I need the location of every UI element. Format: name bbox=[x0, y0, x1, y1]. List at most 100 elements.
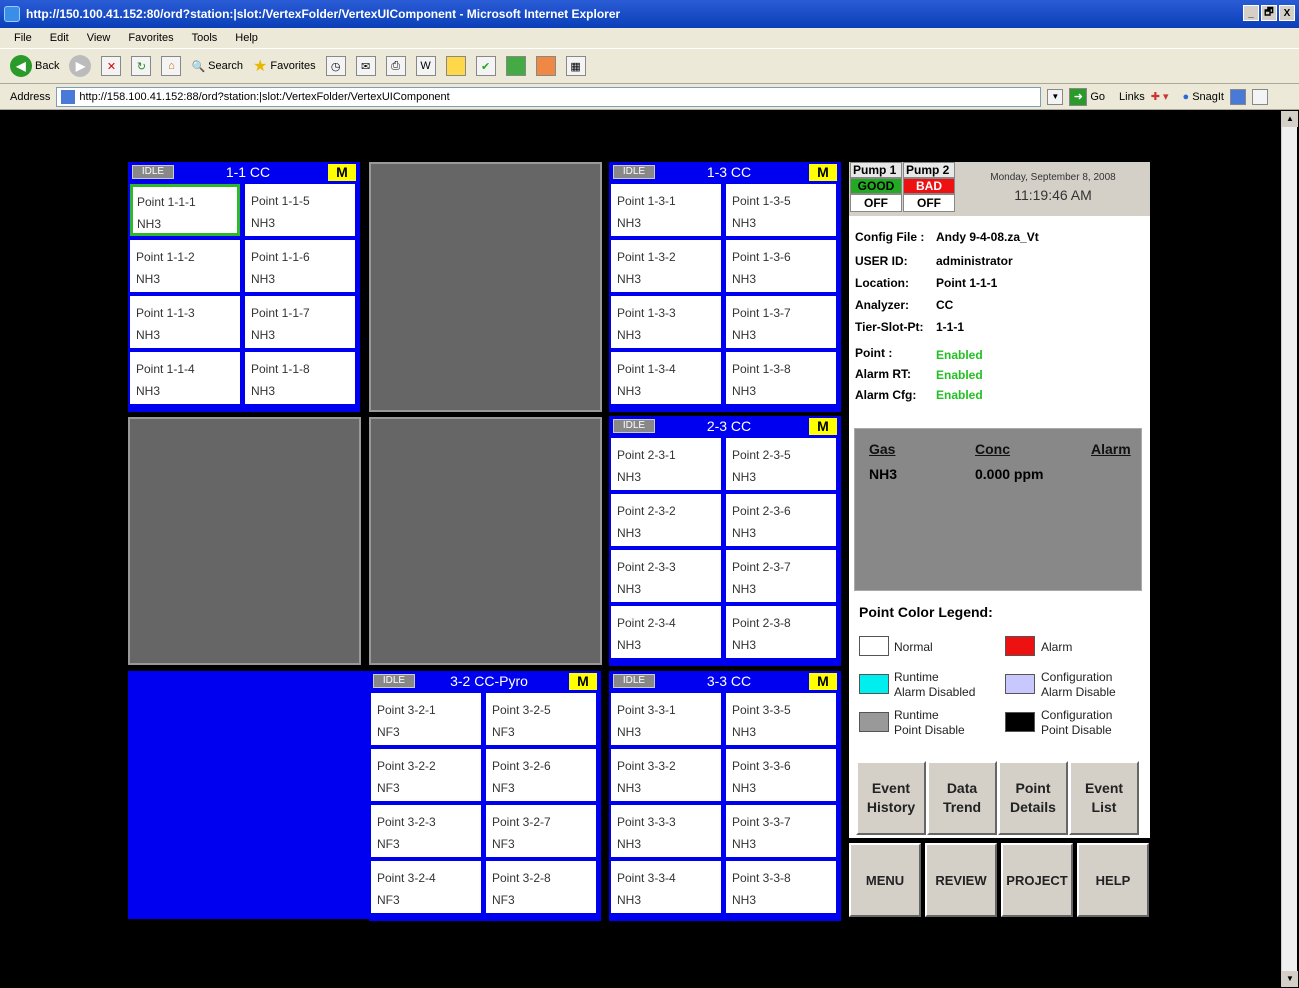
extension-icon[interactable]: ✚ ▾ bbox=[1151, 90, 1169, 103]
close-button[interactable]: X bbox=[1279, 5, 1295, 21]
menu-tools[interactable]: Tools bbox=[192, 32, 218, 44]
minimize-button[interactable]: _ bbox=[1243, 5, 1259, 21]
point-cell-1-3-5[interactable]: Point 1-3-5 NH3 bbox=[726, 184, 836, 236]
point-cell-3-3-5[interactable]: Point 3-3-5 NH3 bbox=[726, 693, 836, 745]
mail-button[interactable]: ✉ bbox=[355, 56, 376, 76]
point-cell-3-3-7[interactable]: Point 3-3-7 NH3 bbox=[726, 805, 836, 857]
point-cell-2-3-6[interactable]: Point 2-3-6 NH3 bbox=[726, 494, 836, 546]
point-name: Point 3-2-6 bbox=[492, 759, 551, 773]
scroll-up-button[interactable]: ▲ bbox=[1282, 111, 1298, 127]
point-cell-3-2-4[interactable]: Point 3-2-4 NF3 bbox=[371, 861, 481, 913]
restore-button[interactable]: 🗗 bbox=[1261, 5, 1277, 21]
go-button[interactable]: ➜ Go bbox=[1069, 87, 1105, 106]
m-badge[interactable]: M bbox=[809, 673, 837, 690]
point-cell-3-3-4[interactable]: Point 3-3-4 NH3 bbox=[611, 861, 721, 913]
page-scrollbar[interactable]: ▲ ▼ bbox=[1281, 111, 1298, 987]
point-cell-1-3-6[interactable]: Point 1-3-6 NH3 bbox=[726, 240, 836, 292]
green-tool-icon[interactable] bbox=[505, 56, 526, 76]
address-dropdown-button[interactable]: ▼ bbox=[1047, 88, 1064, 105]
orange-tool-icon[interactable] bbox=[535, 56, 556, 76]
menu-file[interactable]: File bbox=[14, 32, 32, 44]
button-line: List bbox=[1091, 799, 1117, 815]
point-cell-3-2-7[interactable]: Point 3-2-7 NF3 bbox=[486, 805, 596, 857]
point-cell-1-1-2[interactable]: Point 1-1-2 NH3 bbox=[130, 240, 240, 292]
point-cell-2-3-7[interactable]: Point 2-3-7 NH3 bbox=[726, 550, 836, 602]
point-cell-1-1-3[interactable]: Point 1-1-3 NH3 bbox=[130, 296, 240, 348]
home-button[interactable]: ⌂ bbox=[161, 56, 182, 76]
m-badge[interactable]: M bbox=[328, 164, 356, 181]
point-cell-1-3-2[interactable]: Point 1-3-2 NH3 bbox=[611, 240, 721, 292]
refresh-button[interactable]: ↻ bbox=[131, 56, 152, 76]
edit-button[interactable]: W bbox=[415, 56, 436, 76]
point-cell-2-3-2[interactable]: Point 2-3-2 NH3 bbox=[611, 494, 721, 546]
point-cell-1-1-4[interactable]: Point 1-1-4 NH3 bbox=[130, 352, 240, 404]
pump-2-status[interactable]: Pump 2 BAD OFF bbox=[903, 162, 955, 214]
event-list-button[interactable]: Event List bbox=[1069, 761, 1139, 835]
point-cell-3-3-1[interactable]: Point 3-3-1 NH3 bbox=[611, 693, 721, 745]
point-cell-1-3-1[interactable]: Point 1-3-1 NH3 bbox=[611, 184, 721, 236]
point-gas: NH3 bbox=[617, 582, 642, 596]
address-input[interactable]: http://158.100.41.152:88/ord?station:|sl… bbox=[56, 86, 1042, 107]
point-gas: NH3 bbox=[617, 272, 642, 286]
point-cell-1-1-1[interactable]: Point 1-1-1 NH3 bbox=[130, 184, 240, 236]
m-badge[interactable]: M bbox=[809, 164, 837, 181]
point-cell-1-3-4[interactable]: Point 1-3-4 NH3 bbox=[611, 352, 721, 404]
links-label[interactable]: Links bbox=[1119, 91, 1145, 103]
print-button[interactable]: ⎙ bbox=[385, 56, 406, 76]
point-cell-1-3-3[interactable]: Point 1-3-3 NH3 bbox=[611, 296, 721, 348]
stop-button[interactable]: ✕ bbox=[101, 56, 122, 76]
snagit-button[interactable]: ● SnagIt bbox=[1183, 91, 1224, 103]
point-cell-3-3-8[interactable]: Point 3-3-8 NH3 bbox=[726, 861, 836, 913]
back-button[interactable]: ◀ Back bbox=[10, 55, 59, 77]
browser-toolbar: ◀ Back ▶ ✕ ↻ ⌂ 🔍 Search ★ Favorites ◷ ✉ … bbox=[0, 48, 1299, 84]
menu-view[interactable]: View bbox=[87, 32, 111, 44]
favorites-button[interactable]: ★ Favorites bbox=[253, 56, 316, 76]
data-trend-button[interactable]: Data Trend bbox=[927, 761, 997, 835]
menu-edit[interactable]: Edit bbox=[50, 32, 69, 44]
menu-button[interactable]: MENU bbox=[849, 843, 921, 917]
point-cell-1-1-5[interactable]: Point 1-1-5 NH3 bbox=[245, 184, 355, 236]
scroll-down-button[interactable]: ▼ bbox=[1282, 971, 1298, 987]
point-cell-2-3-8[interactable]: Point 2-3-8 NH3 bbox=[726, 606, 836, 658]
point-cell-1-1-8[interactable]: Point 1-1-8 NH3 bbox=[245, 352, 355, 404]
point-cell-3-3-2[interactable]: Point 3-3-2 NH3 bbox=[611, 749, 721, 801]
point-cell-3-2-8[interactable]: Point 3-2-8 NF3 bbox=[486, 861, 596, 913]
point-cell-3-3-3[interactable]: Point 3-3-3 NH3 bbox=[611, 805, 721, 857]
point-cell-3-2-1[interactable]: Point 3-2-1 NF3 bbox=[371, 693, 481, 745]
pump-1-status[interactable]: Pump 1 GOOD OFF bbox=[850, 162, 902, 214]
event-history-button[interactable]: Event History bbox=[856, 761, 926, 835]
point-cell-3-3-6[interactable]: Point 3-3-6 NH3 bbox=[726, 749, 836, 801]
point-cell-3-2-6[interactable]: Point 3-2-6 NF3 bbox=[486, 749, 596, 801]
point-cell-1-1-7[interactable]: Point 1-1-7 NH3 bbox=[245, 296, 355, 348]
point-cell-1-3-8[interactable]: Point 1-3-8 NH3 bbox=[726, 352, 836, 404]
forward-button[interactable]: ▶ bbox=[69, 55, 92, 77]
point-name: Point 3-2-8 bbox=[492, 871, 551, 885]
point-details-button[interactable]: Point Details bbox=[998, 761, 1068, 835]
legend-label-runtime-point-disable: Runtime Point Disable bbox=[894, 708, 965, 738]
help-button[interactable]: HELP bbox=[1077, 843, 1149, 917]
m-badge[interactable]: M bbox=[809, 418, 837, 435]
search-button[interactable]: 🔍 Search bbox=[191, 60, 243, 73]
check-icon[interactable]: ✔ bbox=[475, 56, 496, 76]
m-badge[interactable]: M bbox=[569, 673, 597, 690]
point-cell-3-2-3[interactable]: Point 3-2-3 NF3 bbox=[371, 805, 481, 857]
point-cell-2-3-1[interactable]: Point 2-3-1 NH3 bbox=[611, 438, 721, 490]
legend-label-config-point-disable: Configuration Point Disable bbox=[1041, 708, 1112, 738]
project-button[interactable]: PROJECT bbox=[1001, 843, 1073, 917]
alarm-header: Alarm bbox=[1091, 441, 1131, 457]
point-cell-1-1-6[interactable]: Point 1-1-6 NH3 bbox=[245, 240, 355, 292]
point-cell-2-3-3[interactable]: Point 2-3-3 NH3 bbox=[611, 550, 721, 602]
point-cell-1-3-7[interactable]: Point 1-3-7 NH3 bbox=[726, 296, 836, 348]
point-cell-3-2-5[interactable]: Point 3-2-5 NF3 bbox=[486, 693, 596, 745]
point-cell-2-3-5[interactable]: Point 2-3-5 NH3 bbox=[726, 438, 836, 490]
window-capture-icon[interactable] bbox=[1252, 88, 1268, 105]
history-button[interactable]: ◷ bbox=[325, 56, 346, 76]
point-cell-2-3-4[interactable]: Point 2-3-4 NH3 bbox=[611, 606, 721, 658]
review-button[interactable]: REVIEW bbox=[925, 843, 997, 917]
discuss-button[interactable] bbox=[445, 56, 466, 76]
capture-icon[interactable] bbox=[1230, 88, 1246, 105]
menu-help[interactable]: Help bbox=[235, 32, 258, 44]
point-cell-3-2-2[interactable]: Point 3-2-2 NF3 bbox=[371, 749, 481, 801]
research-icon[interactable]: ▦ bbox=[565, 56, 586, 76]
menu-favorites[interactable]: Favorites bbox=[128, 32, 173, 44]
